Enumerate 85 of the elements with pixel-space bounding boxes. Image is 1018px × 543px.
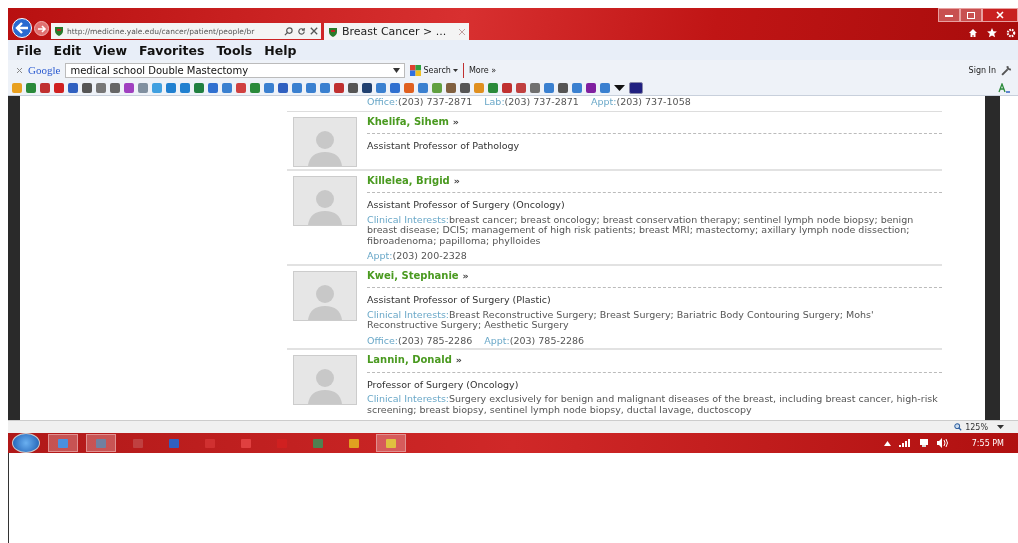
home-icon[interactable] bbox=[968, 28, 978, 38]
bookmark-icon[interactable] bbox=[558, 82, 568, 93]
menu-item[interactable]: Tools bbox=[216, 42, 253, 58]
forward-arrow-icon bbox=[36, 23, 47, 34]
refresh-icon[interactable] bbox=[297, 26, 306, 36]
menu-item[interactable]: Edit bbox=[53, 42, 82, 58]
clinical-interests: Clinical Interests:Surgery exclusively for benign and malignant diseases of the breast, including breast cancer, high-risk screening; breast biopsy, sentinel lymph node biopsy, ductal lavage, ductoscopy bbox=[367, 394, 939, 417]
search-button[interactable]: Search bbox=[410, 64, 458, 76]
close-button[interactable] bbox=[982, 8, 1018, 22]
close-icon bbox=[996, 11, 1004, 19]
dropdown-icon[interactable] bbox=[393, 67, 401, 73]
person-name-link[interactable]: Kwei, Stephanie bbox=[367, 270, 459, 281]
forward-button[interactable] bbox=[34, 21, 49, 36]
bookmark-icon[interactable] bbox=[629, 81, 643, 94]
minimize-button[interactable] bbox=[938, 8, 960, 22]
contact-info: Lab:(203) 737-2871 bbox=[484, 97, 579, 108]
menu-item[interactable]: View bbox=[93, 42, 128, 58]
minimize-icon bbox=[945, 13, 953, 17]
maximize-icon bbox=[967, 11, 975, 19]
bookmark-icon[interactable] bbox=[278, 82, 288, 93]
search-icon[interactable] bbox=[284, 26, 293, 36]
job-title: Assistant Professor of Pathology bbox=[367, 139, 521, 153]
photo-placeholder bbox=[293, 270, 357, 321]
clinical-interests: Clinical Interests:Breast Reconstructive Surgery; Breast Surgery; Bariatric Body Contouring Surgery; Mohs' Reconstructive Surgery; Aesthetic Surgery bbox=[367, 309, 875, 332]
bookmark-icon[interactable] bbox=[362, 82, 372, 93]
browser-tab[interactable]: Breast Cancer > ... bbox=[324, 23, 469, 40]
more-link[interactable]: » bbox=[462, 270, 469, 281]
clock[interactable]: 7:55 PM bbox=[971, 438, 1004, 448]
shield-icon bbox=[54, 26, 64, 36]
bookmark-icon[interactable] bbox=[82, 82, 92, 93]
star-icon[interactable] bbox=[987, 28, 997, 38]
job-title: Assistant Professor of Surgery (Plastic) bbox=[367, 293, 552, 307]
photo-placeholder bbox=[293, 116, 357, 167]
person-name-link[interactable]: Khelifa, Sihem bbox=[367, 116, 449, 127]
bookmark-icon[interactable] bbox=[348, 82, 358, 93]
compatibility-icon[interactable] bbox=[998, 82, 1010, 93]
shield-icon bbox=[328, 26, 338, 37]
more-button[interactable]: More » bbox=[468, 65, 497, 75]
photo-placeholder bbox=[293, 175, 357, 226]
more-link[interactable]: » bbox=[453, 175, 460, 186]
clinical-interests: Clinical Interests:breast cancer; breast oncology; breast conservation therapy; sentinel lymph node biopsy; benign breast disease; DCIS; management of high risk patients; breast MRI; mastectomy; axillary lymph node dissection; fibroadenoma; papilloma; phylloides bbox=[367, 214, 915, 248]
close-icon[interactable] bbox=[16, 66, 23, 74]
stop-icon[interactable] bbox=[310, 27, 318, 35]
bookmark-icon[interactable] bbox=[68, 82, 78, 93]
bookmark-icon[interactable] bbox=[446, 82, 456, 93]
wrench-icon[interactable] bbox=[1001, 64, 1012, 76]
bookmark-icon[interactable] bbox=[110, 82, 120, 93]
back-button[interactable] bbox=[12, 18, 32, 38]
bookmark-icon[interactable] bbox=[334, 82, 344, 93]
back-arrow-icon bbox=[15, 22, 29, 34]
person-name-link[interactable]: Lannin, Donald bbox=[367, 355, 452, 366]
tray-arrow-icon[interactable] bbox=[883, 440, 891, 446]
dropdown-icon[interactable] bbox=[997, 425, 1004, 429]
search-field[interactable]: medical school Double Mastectomy bbox=[65, 62, 406, 78]
signal-icon[interactable] bbox=[898, 439, 911, 447]
google-icon bbox=[410, 64, 422, 76]
more-link[interactable]: » bbox=[455, 355, 462, 366]
menu-item[interactable]: File bbox=[16, 42, 42, 58]
zoom-icon[interactable] bbox=[954, 423, 963, 431]
contact-info: Office:(203) 737-2871 bbox=[367, 97, 473, 108]
caret-icon bbox=[452, 68, 458, 72]
bookmark-icon[interactable] bbox=[460, 82, 470, 93]
bookmark-icon[interactable] bbox=[40, 82, 50, 93]
dropdown-icon[interactable] bbox=[614, 84, 625, 91]
job-title: Assistant Professor of Surgery (Oncology) bbox=[367, 198, 566, 212]
volume-icon[interactable] bbox=[936, 438, 948, 448]
settings-icon[interactable] bbox=[1006, 28, 1016, 38]
sign-in-link[interactable]: Sign In bbox=[968, 65, 996, 75]
contact-info: Office:(203) 785-2286 bbox=[367, 335, 473, 346]
job-title: Professor of Surgery (Oncology) bbox=[367, 377, 520, 392]
photo-placeholder bbox=[293, 355, 357, 405]
network-icon[interactable] bbox=[918, 438, 929, 448]
contact-info: Appt:(203) 785-2286 bbox=[484, 335, 585, 346]
contact-info: Appt:(203) 200-2328 bbox=[367, 251, 467, 262]
zoom-level[interactable]: 125% bbox=[965, 422, 988, 432]
more-link[interactable]: » bbox=[452, 116, 459, 127]
bookmark-icon[interactable] bbox=[586, 82, 596, 93]
menu-item[interactable]: Favorites bbox=[139, 42, 205, 58]
maximize-button[interactable] bbox=[960, 8, 982, 22]
bookmark-icon[interactable] bbox=[502, 82, 512, 93]
person-name-link[interactable]: Killelea, Brigid bbox=[367, 175, 450, 186]
google-logo: Google bbox=[28, 64, 61, 76]
contact-info: Appt:(203) 737-1058 bbox=[590, 97, 691, 108]
menu-item[interactable]: Help bbox=[264, 42, 297, 58]
start-button[interactable] bbox=[12, 433, 40, 453]
